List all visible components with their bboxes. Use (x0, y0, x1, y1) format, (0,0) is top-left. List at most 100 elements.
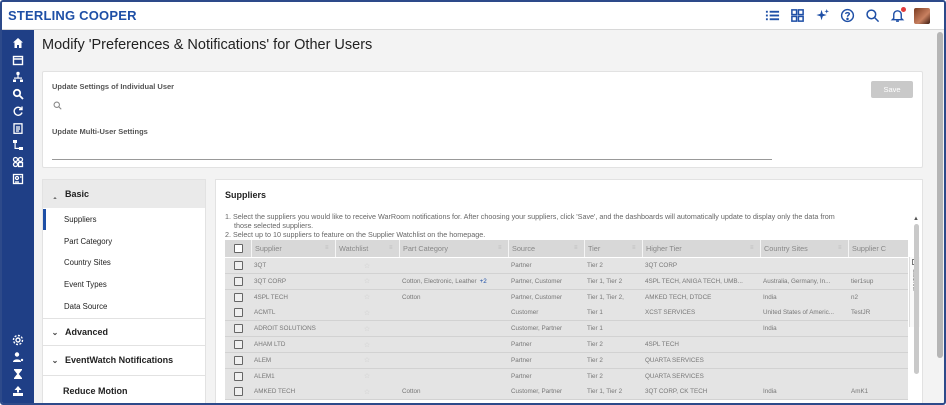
column-menu-icon[interactable]: ≡ (389, 245, 395, 251)
row-checkbox[interactable] (233, 292, 243, 302)
column-header-part-category[interactable]: Part Category ≡ (399, 240, 508, 257)
table-row[interactable]: 4SPL TECH ☆ Cotton Partner, Customer Tier 1,… (225, 289, 908, 306)
menu-item-event-types[interactable]: Event Types (43, 274, 205, 295)
column-menu-icon[interactable]: ≡ (632, 245, 638, 251)
column-menu-icon[interactable]: ≡ (498, 245, 504, 251)
apps-grid-icon[interactable] (789, 7, 806, 24)
contacts-icon[interactable] (10, 172, 26, 186)
row-checkbox[interactable] (233, 276, 243, 286)
column-header-watchlist[interactable]: Watchlist ≡ (335, 240, 399, 257)
cell-part-category (399, 305, 508, 320)
table-row[interactable]: 3QT ☆ Partner Tier 2 3QT CORP (225, 258, 908, 274)
row-checkbox[interactable] (233, 355, 243, 365)
table-row[interactable]: ALEM1 ☆ Partner Tier 2 QUARTA SERVICES (225, 368, 908, 385)
table-row[interactable]: ACMTL ☆ Customer Tier 1 XCST SERVICES United … (225, 305, 908, 322)
upload-icon[interactable] (10, 384, 26, 398)
column-header-country-sites[interactable]: Country Sites ≡ (760, 240, 848, 257)
table-row[interactable]: 3QT CORP ☆ Cotton, Electronic, Leather +2 Pa… (225, 273, 908, 290)
table-row[interactable]: AHAM LTD ☆ Partner Tier 2 4SPL TECH (225, 337, 908, 353)
reduce-motion-header[interactable]: Reduce Motion (43, 380, 205, 402)
table-row[interactable]: ALEM ☆ Partner Tier 2 QUARTA SERVICES (225, 352, 908, 369)
watchlist-star-icon[interactable]: ☆ (364, 262, 370, 270)
list-icon[interactable] (764, 7, 781, 24)
top-icons (764, 7, 930, 24)
cell-source: Partner, Customer (511, 293, 563, 301)
grid-scroll-thumb[interactable] (914, 224, 919, 374)
table-row[interactable]: AMKED TECH ☆ Cotton Customer, Partner Tier 1… (225, 384, 908, 401)
watchlist-star-icon[interactable]: ☆ (364, 277, 370, 285)
eventwatch-section-header[interactable]: ⌄ EventWatch Notifications (43, 348, 205, 372)
column-header-supplier[interactable]: Supplier ≡ (251, 240, 335, 257)
column-header-source[interactable]: Source ≡ (508, 240, 584, 257)
cell-supplier-code: AmK1 (851, 388, 869, 396)
save-button[interactable]: Save (871, 81, 913, 98)
cell-higher-tier: 4SPL TECH (645, 341, 679, 348)
modules-icon[interactable] (10, 155, 26, 169)
sparkle-icon[interactable] (814, 7, 831, 24)
brand-logo[interactable]: STERLING COOPER (8, 8, 137, 23)
main-content: Modify 'Preferences & Notifications' for… (34, 30, 938, 403)
refresh-icon[interactable] (10, 104, 26, 118)
cell-country-sites (760, 337, 848, 352)
grid-scrollbar[interactable]: ▲ (913, 216, 920, 403)
row-checkbox[interactable] (233, 261, 243, 270)
page-scroll-thumb[interactable] (937, 32, 943, 358)
column-header-supplier-code[interactable]: Supplier C (848, 240, 908, 257)
more-categories-link[interactable]: +2 (480, 278, 487, 285)
table-row[interactable]: ADROIT SOLUTIONS ☆ Customer, Partner Tier 1… (225, 321, 908, 338)
watchlist-star-icon[interactable]: ☆ (364, 325, 370, 333)
menu-item-country-sites[interactable]: Country Sites (43, 252, 205, 273)
column-header-higher-tier[interactable]: Higher Tier ≡ (642, 240, 760, 257)
user-avatar[interactable] (914, 7, 930, 24)
cell-supplier: ACMTL (254, 309, 276, 317)
column-header-tier[interactable]: Tier ≡ (584, 240, 642, 257)
multi-user-input[interactable] (52, 159, 772, 160)
page-scrollbar[interactable] (936, 32, 943, 402)
menu-item-part-category[interactable]: Part Category (43, 231, 205, 252)
cell-supplier: 3QT CORP (254, 277, 287, 285)
watchlist-star-icon[interactable]: ☆ (364, 388, 370, 396)
calendar-icon[interactable] (10, 53, 26, 67)
row-checkbox[interactable] (233, 324, 243, 334)
search-icon[interactable] (864, 7, 881, 24)
cell-part-category: Cotton, Electronic, Leather +2 (402, 277, 487, 285)
cell-source: Customer (511, 309, 539, 317)
user-admin-icon[interactable] (10, 350, 26, 364)
cell-source: Customer, Partner (511, 388, 563, 396)
menu-item-data-source[interactable]: Data Source (43, 296, 205, 317)
row-checkbox[interactable] (233, 308, 243, 318)
column-menu-icon[interactable]: ≡ (574, 245, 580, 251)
tree-icon[interactable] (10, 138, 26, 152)
hourglass-icon[interactable] (10, 367, 26, 381)
watchlist-star-icon[interactable]: ☆ (364, 341, 370, 349)
select-all-checkbox[interactable] (233, 244, 243, 253)
watchlist-star-icon[interactable]: ☆ (364, 372, 370, 380)
settings-icon[interactable] (10, 333, 26, 347)
basic-section-header[interactable]: ‸ Basic (43, 180, 205, 208)
watchlist-star-icon[interactable]: ☆ (364, 293, 370, 301)
user-search-icon[interactable] (53, 97, 62, 115)
cell-supplier-code: n2 (851, 293, 859, 301)
clipboard-icon[interactable] (10, 121, 26, 135)
row-checkbox[interactable] (233, 340, 243, 349)
top-bar: STERLING COOPER (2, 2, 944, 30)
home-icon[interactable] (10, 36, 26, 50)
advanced-section-header[interactable]: ⌄ Advanced (43, 321, 205, 343)
help-icon[interactable] (839, 7, 856, 24)
cell-watchlist: ☆ (335, 274, 399, 289)
column-menu-icon[interactable]: ≡ (325, 245, 331, 251)
row-checkbox[interactable] (233, 371, 243, 381)
watchlist-star-icon[interactable]: ☆ (364, 356, 370, 364)
instruction-line: those selected suppliers. (234, 221, 314, 230)
row-checkbox[interactable] (233, 387, 243, 397)
watchlist-star-icon[interactable]: ☆ (364, 309, 370, 317)
scroll-up-icon[interactable]: ▲ (913, 216, 919, 222)
menu-item-suppliers[interactable]: Suppliers (43, 209, 205, 230)
bell-icon[interactable] (889, 7, 906, 24)
network-icon[interactable] (10, 70, 26, 84)
cell-watchlist: ☆ (335, 369, 399, 384)
column-menu-icon[interactable]: ≡ (750, 245, 756, 251)
search-nav-icon[interactable] (10, 87, 26, 101)
column-menu-icon[interactable]: ≡ (838, 245, 844, 251)
cell-tier: Tier 2 (587, 372, 603, 380)
